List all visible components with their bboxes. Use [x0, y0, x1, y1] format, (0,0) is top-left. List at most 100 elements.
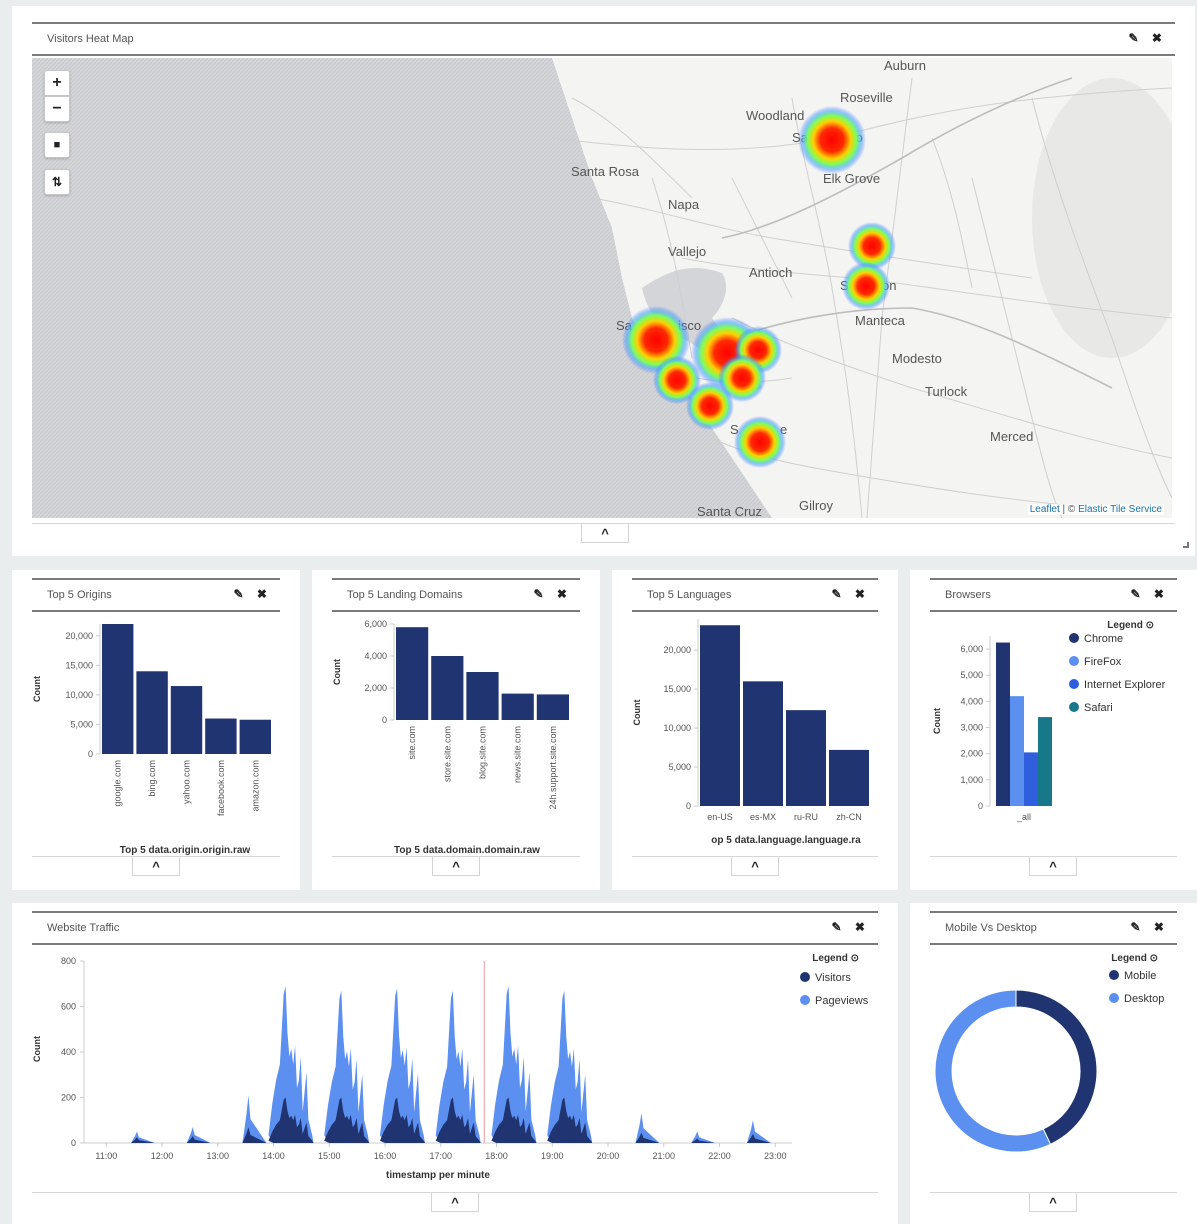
leaflet-link[interactable]: Leaflet	[1030, 504, 1060, 515]
x-tick-label: 23:00	[764, 1151, 787, 1161]
legend-dot	[1069, 656, 1079, 666]
y-tick-label: 6,000	[960, 644, 983, 654]
x-axis-label: timestamp per minute	[386, 1170, 490, 1181]
x-tick-label: site.com	[407, 726, 417, 760]
draw-rectangle-button[interactable]: ■	[44, 132, 70, 158]
place-label: Modesto	[892, 351, 942, 366]
collapse-button[interactable]: ^	[1029, 1193, 1077, 1212]
x-axis-label: Top 5 data.domain.domain.raw	[394, 845, 540, 856]
x-tick-label: blog.site.com	[478, 726, 488, 779]
y-tick-label: 0	[686, 801, 691, 811]
legend-item: Desktop	[1124, 993, 1164, 1005]
collapse-button[interactable]: ^	[731, 857, 779, 876]
panel-header: Browsers ✎ ✖	[930, 578, 1177, 612]
tiles-link[interactable]: Elastic Tile Service	[1078, 504, 1162, 515]
x-tick-label: zh-CN	[836, 812, 862, 822]
heatmap-panel: Visitors Heat Map ✎ ✖ Auburn Roseville W…	[12, 6, 1195, 556]
panel-actions[interactable]: ✎ ✖	[1131, 920, 1169, 934]
y-axis-label: Count	[932, 708, 942, 734]
legend-item: Chrome	[1084, 633, 1123, 645]
x-tick-label: google.com	[113, 760, 123, 807]
place-label: Napa	[668, 197, 700, 212]
bar	[1024, 752, 1038, 806]
panel-actions[interactable]: ✎ ✖	[534, 587, 572, 601]
x-tick-label: amazon.com	[250, 760, 260, 812]
browsers-bar-chart: 6,000 5,000 4,000 3,000 2,000 1,000 0 Count _all…	[932, 620, 1166, 822]
legend-dot	[1069, 702, 1079, 712]
panel-actions[interactable]: ✎ ✖	[832, 587, 870, 601]
x-tick-label: news.site.com	[513, 726, 523, 783]
x-tick-label: facebook.com	[216, 760, 226, 816]
bar	[700, 625, 740, 806]
y-tick-label: 20,000	[65, 631, 93, 641]
resize-handle[interactable]	[1183, 542, 1189, 548]
y-tick-label: 0	[71, 1138, 76, 1148]
x-tick-label: 19:00	[541, 1151, 564, 1161]
bar	[170, 686, 203, 754]
panel-actions[interactable]: ✎ ✖	[234, 587, 272, 601]
map-area[interactable]: Auburn Roseville Woodland Sa to Santa Ro…	[32, 58, 1172, 518]
legend-item: Visitors	[815, 972, 851, 984]
collapse-button[interactable]: ^	[581, 524, 629, 543]
place-label: Merced	[990, 429, 1033, 444]
map-canvas[interactable]: Auburn Roseville Woodland Sa to Santa Ro…	[32, 58, 1172, 518]
traffic-area-chart: 800 600 400 200 0 11:00 12:00 13:00 14:00 15:00 16…	[32, 953, 869, 1181]
panel-actions[interactable]: ✎ ✖	[832, 920, 870, 934]
y-tick-label: 600	[61, 1002, 76, 1012]
languages-bar-chart: 20,000 15,000 10,000 5,000 0 Count en-US es-MX r…	[632, 619, 869, 846]
x-tick-label: ru-RU	[794, 812, 818, 822]
bar	[396, 627, 429, 720]
bar	[136, 671, 168, 754]
attribution-separator: | ©	[1059, 504, 1079, 515]
legend-dot	[1109, 993, 1119, 1003]
bar	[786, 710, 826, 806]
collapse-button[interactable]: ^	[1029, 857, 1077, 876]
legend-title: Legend ⊙	[812, 953, 859, 964]
bar	[536, 694, 569, 720]
panel-title: Top 5 Languages	[647, 589, 732, 601]
place-label: Turlock	[925, 384, 968, 399]
y-tick-label: 800	[61, 956, 76, 966]
y-tick-label: 5,000	[668, 762, 691, 772]
x-tick-label: 12:00	[151, 1151, 174, 1161]
place-label: Santa Rosa	[571, 164, 640, 179]
y-tick-label: 15,000	[65, 660, 93, 670]
place-label: Woodland	[746, 108, 804, 123]
place-label: Vallejo	[668, 244, 706, 259]
device-panel: Mobile Vs Desktop ✎ ✖ Legend ⊙ Mobile Desk…	[910, 903, 1197, 1224]
x-tick-label: yahoo.com	[182, 760, 192, 804]
bar	[466, 672, 499, 720]
fit-bounds-button[interactable]: ⇅	[44, 169, 70, 195]
panel-header: Top 5 Languages ✎ ✖	[632, 578, 878, 612]
panel-actions[interactable]: ✎ ✖	[1131, 587, 1169, 601]
x-tick-label: 20:00	[597, 1151, 620, 1161]
zoom-out-button[interactable]: −	[44, 96, 70, 122]
legend-item: Internet Explorer	[1084, 679, 1166, 691]
y-tick-label: 1,000	[960, 775, 983, 785]
x-tick-label: 21:00	[653, 1151, 676, 1161]
y-tick-label: 5,000	[960, 670, 983, 680]
panel-actions[interactable]: ✎ ✖	[1129, 31, 1167, 45]
y-axis-label: Count	[32, 1036, 42, 1062]
panel-title: Top 5 Origins	[47, 589, 112, 601]
legend-dot	[1109, 970, 1119, 980]
bar	[996, 642, 1010, 806]
collapse-button[interactable]: ^	[431, 1193, 479, 1212]
panel-title: Browsers	[945, 589, 991, 601]
zoom-in-button[interactable]: +	[44, 70, 70, 96]
x-tick-label: 11:00	[95, 1151, 117, 1161]
legend-title: Legend ⊙	[1111, 953, 1158, 964]
x-tick-label: 16:00	[374, 1151, 397, 1161]
y-axis-label: Count	[332, 659, 342, 685]
y-tick-label: 5,000	[70, 719, 93, 729]
place-label: Manteca	[855, 313, 906, 328]
y-tick-label: 2,000	[960, 749, 983, 759]
y-tick-label: 10,000	[65, 690, 93, 700]
y-tick-label: 6,000	[364, 619, 387, 629]
collapse-button[interactable]: ^	[432, 857, 480, 876]
y-tick-label: 200	[61, 1093, 76, 1103]
collapse-button[interactable]: ^	[132, 857, 180, 876]
panel-header: Top 5 Landing Domains ✎ ✖	[332, 578, 580, 612]
fit-bounds-icon: ⇅	[51, 175, 63, 189]
place-label: Auburn	[884, 58, 926, 73]
